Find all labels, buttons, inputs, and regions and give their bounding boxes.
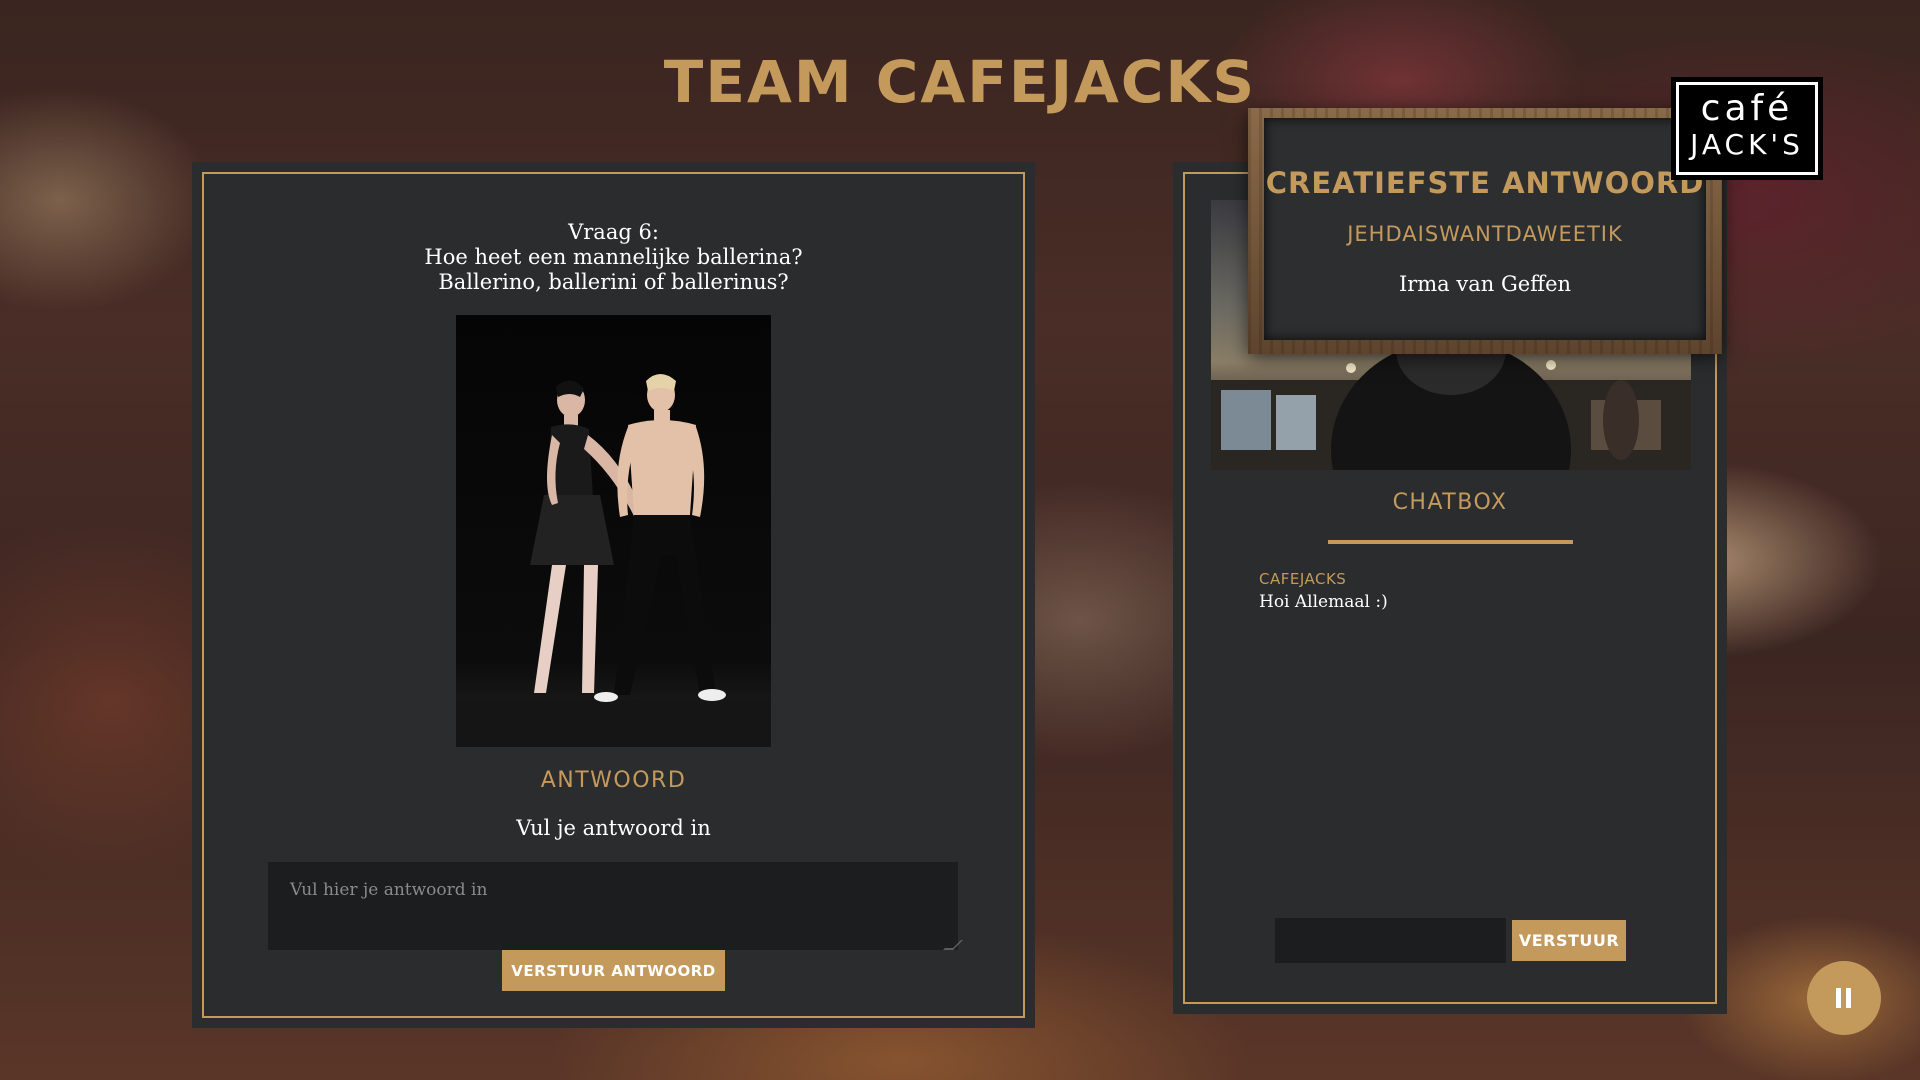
chat-message: CAFEJACKS Hoi Allemaal :) bbox=[1259, 570, 1388, 612]
chat-message-text: Hoi Allemaal :) bbox=[1259, 592, 1388, 612]
popup-team-name: JEHDAISWANTDAWEETIK bbox=[1347, 222, 1623, 246]
popup-player-name: Irma van Geffen bbox=[1398, 272, 1572, 296]
answer-input[interactable] bbox=[268, 862, 958, 950]
chat-send-button[interactable]: VERSTUUR bbox=[1512, 920, 1626, 961]
question-text: Vraag 6: Hoe heet een mannelijke balleri… bbox=[192, 220, 1035, 295]
logo-text-bottom: JACK'S bbox=[1690, 128, 1804, 161]
question-line-2: Ballerino, ballerini of ballerinus? bbox=[438, 270, 789, 294]
submit-answer-button[interactable]: VERSTUUR ANTWOORD bbox=[502, 950, 725, 991]
logo-text-top: café bbox=[1700, 88, 1794, 129]
cafe-jacks-logo: café JACK'S bbox=[1671, 77, 1823, 180]
question-number: Vraag 6: bbox=[568, 220, 659, 244]
page-title: TEAM CAFEJACKS bbox=[663, 48, 1257, 116]
popup-title: CREATIEFSTE ANTWOORD bbox=[1265, 166, 1705, 200]
pause-button[interactable] bbox=[1807, 961, 1881, 1035]
question-line-1: Hoe heet een mannelijke ballerina? bbox=[424, 245, 803, 269]
answer-instruction: Vul je antwoord in bbox=[516, 816, 711, 840]
chatbox-divider bbox=[1328, 540, 1573, 544]
chatbox-heading: CHATBOX bbox=[1392, 490, 1508, 515]
answer-heading: ANTWOORD bbox=[540, 768, 687, 793]
chat-message-author: CAFEJACKS bbox=[1259, 570, 1347, 588]
ballet-photo bbox=[456, 315, 771, 747]
chat-input[interactable] bbox=[1275, 918, 1506, 963]
logo-frame: café JACK'S bbox=[1676, 82, 1818, 175]
